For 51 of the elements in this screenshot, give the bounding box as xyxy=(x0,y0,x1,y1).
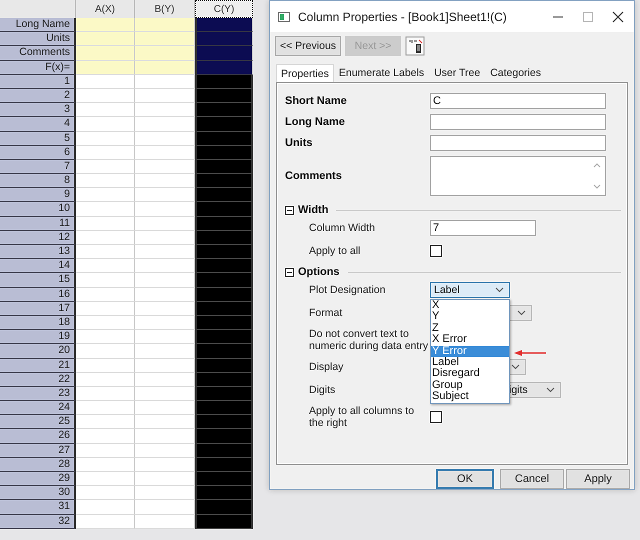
row-header: 14 xyxy=(0,259,76,274)
row-header: 27 xyxy=(0,444,76,458)
row-header: 17 xyxy=(0,302,76,316)
row-header: 16 xyxy=(0,288,76,302)
row-header: 32 xyxy=(0,514,76,529)
row-header: 12 xyxy=(0,230,76,245)
row-header: 20 xyxy=(0,344,76,358)
row-header: 2 xyxy=(0,88,76,104)
row-header: 23 xyxy=(0,386,76,402)
option-label: Digits xyxy=(309,384,336,396)
row-header: 3 xyxy=(0,103,76,118)
row-header: 7 xyxy=(0,160,76,174)
window-title: Column Properties - [Book1]Sheet1!(C) xyxy=(298,10,508,24)
field-label: Short Name xyxy=(285,95,348,107)
row-header: 8 xyxy=(0,174,76,188)
row-header: Units xyxy=(0,32,76,46)
row-header: 15 xyxy=(0,273,76,288)
option-label: Plot Designation xyxy=(309,284,386,296)
row-header: 29 xyxy=(0,472,76,486)
option-label: Display xyxy=(309,361,344,373)
row-header: 25 xyxy=(0,415,76,430)
option-label: Apply to all xyxy=(309,244,362,256)
row-header: 4 xyxy=(0,117,76,132)
row-header: 19 xyxy=(0,330,76,344)
field-label: Long Name xyxy=(285,116,346,128)
option-label: Do not convert text to numeric during data entry xyxy=(309,328,430,352)
row-header: 1 xyxy=(0,74,76,89)
option-label: Apply to all columns to the right xyxy=(309,405,416,429)
row-header: 28 xyxy=(0,458,76,472)
row-header: 26 xyxy=(0,429,76,444)
option-label: Column Width xyxy=(309,222,376,234)
row-header: Long Name xyxy=(0,18,76,32)
row-header: 13 xyxy=(0,245,76,260)
field-label: Units xyxy=(285,137,314,149)
field-label: Comments xyxy=(285,170,343,182)
row-header: F(x)= xyxy=(0,60,76,75)
row-header: 31 xyxy=(0,500,76,515)
option-label: Format xyxy=(309,307,344,319)
row-header: 21 xyxy=(0,358,76,373)
row-header: 24 xyxy=(0,401,76,416)
section-title: Width xyxy=(298,204,328,216)
row-header: 9 xyxy=(0,188,76,202)
row-header: 22 xyxy=(0,372,76,387)
row-header: 11 xyxy=(0,216,76,231)
row-header: 18 xyxy=(0,316,76,330)
row-header: 5 xyxy=(0,132,76,146)
row-header: 10 xyxy=(0,202,76,217)
row-header: 6 xyxy=(0,146,76,160)
row-header: 30 xyxy=(0,486,76,500)
section-title: Options xyxy=(298,266,340,278)
row-header: Comments xyxy=(0,46,76,61)
